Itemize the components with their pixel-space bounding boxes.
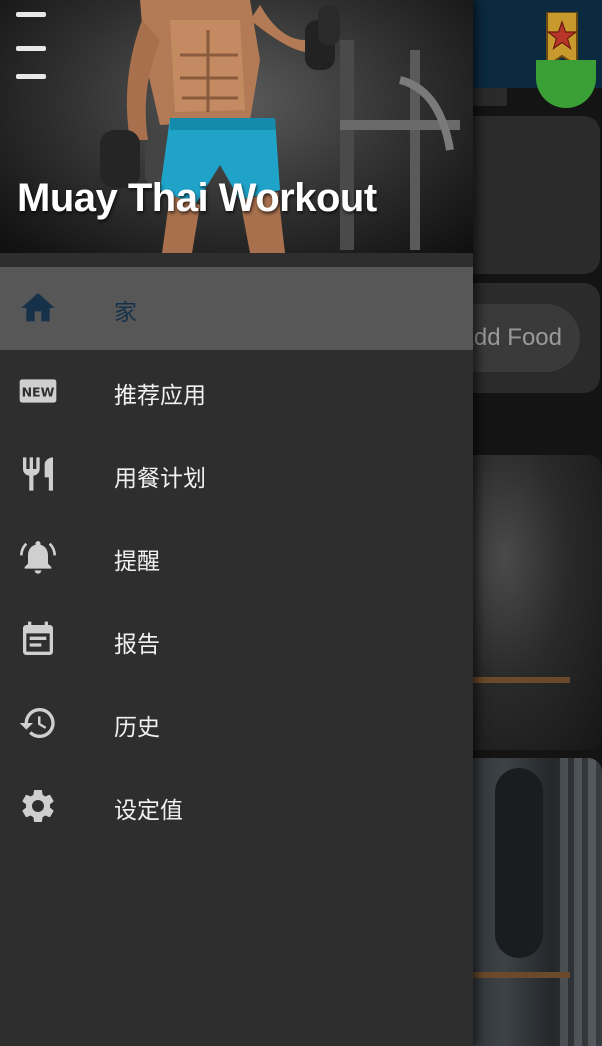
drawer-item-recommended-apps[interactable]: NEW 推荐应用: [0, 350, 473, 433]
fork-knife-icon: [23, 457, 53, 491]
add-food-label: Add Food: [457, 324, 562, 351]
drawer-menu: 家 NEW 推荐应用 用餐计划 提醒 报告 历史 设定值: [0, 267, 473, 848]
calendar-report-icon: [23, 621, 53, 655]
navigation-drawer: Muay Thai Workout 家 NEW 推荐应用 用餐计划 提醒 报告 …: [0, 0, 473, 1046]
drawer-item-label: 推荐应用: [114, 383, 206, 409]
home-icon: [21, 293, 55, 322]
bell-icon: [20, 541, 56, 574]
drawer-item-label: 用餐计划: [114, 466, 206, 492]
gym-lights: [0, 0, 60, 120]
drawer-item-settings[interactable]: 设定值: [0, 765, 473, 848]
drawer-item-report[interactable]: 报告: [0, 599, 473, 682]
drawer-item-label: 设定值: [114, 798, 183, 824]
divider: [473, 88, 507, 106]
new-badge-icon: NEW: [19, 379, 57, 403]
svg-text:NEW: NEW: [22, 385, 55, 400]
drawer-item-meal-plan[interactable]: 用餐计划: [0, 433, 473, 516]
drawer-item-label: 家: [114, 300, 137, 326]
gear-icon: [22, 790, 54, 822]
pro-badge-star-icon[interactable]: [545, 12, 579, 66]
drawer-item-label: 报告: [114, 632, 160, 658]
drawer-item-home[interactable]: 家: [0, 267, 473, 350]
history-icon: [19, 708, 55, 738]
app-title: Muay Thai Workout: [17, 176, 377, 220]
drawer-item-reminders[interactable]: 提醒: [0, 516, 473, 599]
drawer-item-history[interactable]: 历史: [0, 682, 473, 765]
drawer-item-label: 提醒: [114, 549, 160, 575]
drawer-item-label: 历史: [114, 715, 160, 741]
status-indicator: [536, 60, 596, 108]
drawer-header-image: Muay Thai Workout: [0, 0, 473, 253]
